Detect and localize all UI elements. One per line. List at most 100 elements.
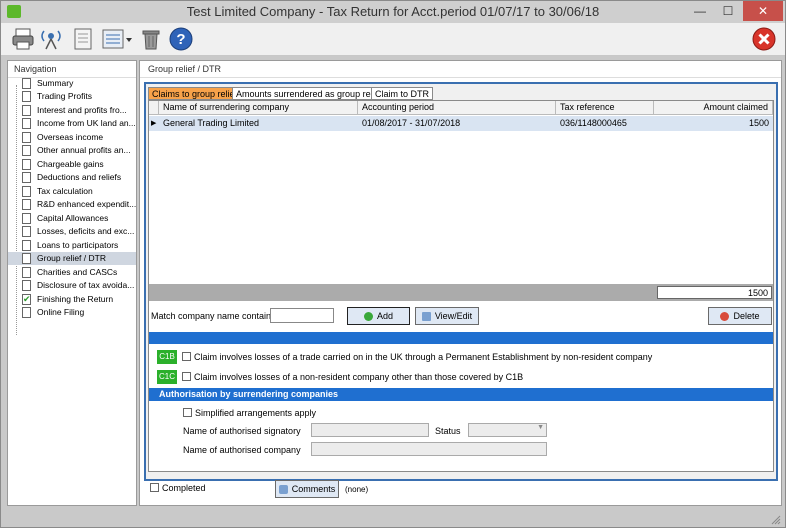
nav-item-charities-and-cascs[interactable]: Charities and CASCs bbox=[8, 266, 136, 279]
help-icon[interactable]: ? bbox=[169, 27, 193, 51]
nav-item-chargeable-gains[interactable]: Chargeable gains bbox=[8, 158, 136, 171]
signatory-input[interactable] bbox=[311, 423, 429, 437]
total-bar: 1500 bbox=[149, 284, 773, 301]
add-icon bbox=[363, 312, 373, 322]
resize-grip-icon[interactable] bbox=[771, 515, 781, 525]
nav-item-rd-enhanced-expenditure[interactable]: R&D enhanced expendit... bbox=[8, 198, 136, 211]
cell-company: General Trading Limited bbox=[163, 118, 260, 128]
c1c-label: Claim involves losses of a non-resident … bbox=[194, 372, 524, 382]
c1c-badge: C1C bbox=[157, 370, 177, 384]
document-icon bbox=[22, 307, 31, 318]
document-icon bbox=[22, 118, 31, 129]
svg-text:?: ? bbox=[176, 31, 185, 48]
column-header-tax-reference[interactable]: Tax reference bbox=[556, 101, 654, 115]
status-bar bbox=[1, 509, 785, 527]
nav-item-income-from-uk-land[interactable]: Income from UK land an... bbox=[8, 117, 136, 130]
app-window: Test Limited Company - Tax Return for Ac… bbox=[0, 0, 786, 528]
cell-tax-reference: 036/1148000465 bbox=[560, 118, 627, 128]
document-icon bbox=[22, 213, 31, 224]
completed-checkbox[interactable] bbox=[150, 483, 159, 492]
status-select[interactable]: ▼ bbox=[468, 423, 547, 437]
navigation-panel: Navigation Summary Trading Profits Inter… bbox=[7, 60, 137, 506]
nav-item-other-annual-profits[interactable]: Other annual profits an... bbox=[8, 144, 136, 157]
authorised-company-label: Name of authorised company bbox=[183, 445, 301, 455]
nav-item-deductions-and-reliefs[interactable]: Deductions and reliefs bbox=[8, 171, 136, 184]
tab-panel: Name of surrendering company Accounting … bbox=[148, 100, 774, 472]
match-label: Match company name contains bbox=[151, 311, 276, 321]
document-icon bbox=[22, 267, 31, 278]
nav-item-loans-to-participators[interactable]: Loans to participators bbox=[8, 239, 136, 252]
document-icon[interactable] bbox=[71, 27, 95, 51]
exit-icon[interactable] bbox=[752, 27, 776, 51]
document-icon bbox=[22, 199, 31, 210]
document-icon bbox=[22, 280, 31, 291]
nav-item-summary[interactable]: Summary bbox=[8, 77, 136, 90]
page-title: Group relief / DTR bbox=[140, 61, 781, 78]
delete-button[interactable]: Delete bbox=[708, 307, 772, 325]
view-edit-button[interactable]: View/Edit bbox=[415, 307, 479, 325]
checkmark-icon: ✔ bbox=[23, 294, 31, 304]
authorised-company-input[interactable] bbox=[311, 442, 547, 456]
document-icon bbox=[22, 91, 31, 102]
toolbar: ? bbox=[1, 23, 785, 56]
nav-item-disclosure-of-tax-avoidance[interactable]: Disclosure of tax avoida... bbox=[8, 279, 136, 292]
cell-amount: 1500 bbox=[748, 118, 769, 128]
document-icon bbox=[22, 145, 31, 156]
comments-button[interactable]: Comments bbox=[275, 480, 339, 498]
c1b-badge: C1B bbox=[157, 350, 177, 364]
nav-item-capital-allowances[interactable]: Capital Allowances bbox=[8, 212, 136, 225]
column-header-amount[interactable]: Amount claimed bbox=[654, 101, 773, 115]
match-company-input[interactable] bbox=[270, 308, 334, 323]
document-icon bbox=[22, 186, 31, 197]
document-icon bbox=[22, 105, 31, 116]
trash-icon[interactable] bbox=[139, 27, 163, 51]
document-icon bbox=[22, 159, 31, 170]
window-close-button[interactable]: ✕ bbox=[743, 1, 783, 21]
status-label: Status bbox=[435, 426, 461, 436]
printer-icon[interactable] bbox=[11, 27, 35, 51]
document-icon bbox=[22, 253, 31, 264]
document-icon bbox=[22, 226, 31, 237]
simplified-arrangements-checkbox[interactable] bbox=[183, 408, 192, 417]
column-header-company[interactable]: Name of surrendering company bbox=[159, 101, 358, 115]
document-icon bbox=[22, 240, 31, 251]
document-icon bbox=[22, 132, 31, 143]
title-bar: Test Limited Company - Tax Return for Ac… bbox=[1, 1, 785, 23]
authorisation-header: Authorisation by surrendering companies bbox=[149, 388, 773, 401]
tab-claim-to-dtr[interactable]: Claim to DTR bbox=[371, 87, 434, 100]
nav-item-overseas-income[interactable]: Overseas income bbox=[8, 131, 136, 144]
list-dropdown-icon[interactable] bbox=[101, 27, 133, 51]
nav-item-interest-and-profits[interactable]: Interest and profits fro... bbox=[8, 104, 136, 117]
tab-amounts-surrendered[interactable]: Amounts surrendered as group relief bbox=[232, 87, 387, 100]
nav-item-tax-calculation[interactable]: Tax calculation bbox=[8, 185, 136, 198]
delete-icon bbox=[720, 312, 730, 322]
table-row[interactable]: ▶ General Trading Limited 01/08/2017 - 3… bbox=[149, 116, 773, 131]
nav-item-group-relief-dtr[interactable]: Group relief / DTR bbox=[8, 252, 136, 265]
section-divider bbox=[149, 332, 773, 344]
maximize-button[interactable]: ☐ bbox=[715, 1, 741, 21]
nav-item-losses-deficits[interactable]: Losses, deficits and exc... bbox=[8, 225, 136, 238]
group-relief-frame: Claims to group relief Amounts surrender… bbox=[144, 82, 778, 481]
signatory-label: Name of authorised signatory bbox=[183, 426, 301, 436]
navigation-header: Navigation bbox=[8, 61, 136, 78]
column-header-period[interactable]: Accounting period bbox=[358, 101, 556, 115]
minimize-button[interactable]: — bbox=[687, 1, 713, 21]
simplified-arrangements-label: Simplified arrangements apply bbox=[195, 408, 317, 418]
nav-item-online-filing[interactable]: Online Filing bbox=[8, 306, 136, 319]
speech-bubble-icon bbox=[278, 485, 288, 495]
broadcast-icon[interactable] bbox=[39, 27, 63, 51]
c1c-checkbox[interactable] bbox=[182, 372, 191, 381]
tab-claims-to-group-relief[interactable]: Claims to group relief bbox=[148, 87, 242, 100]
row-selector-icon: ▶ bbox=[151, 120, 157, 127]
completed-label: Completed bbox=[162, 483, 206, 493]
document-icon bbox=[22, 172, 31, 183]
claims-grid: Name of surrendering company Accounting … bbox=[149, 101, 773, 284]
main-panel: Group relief / DTR Claims to group relie… bbox=[139, 60, 782, 506]
c1b-checkbox[interactable] bbox=[182, 352, 191, 361]
add-button[interactable]: Add bbox=[347, 307, 410, 325]
nav-item-trading-profits[interactable]: Trading Profits bbox=[8, 90, 136, 103]
nav-item-finishing-the-return[interactable]: ✔ Finishing the Return bbox=[8, 293, 136, 306]
chevron-down-icon: ▼ bbox=[537, 424, 544, 431]
window-title: Test Limited Company - Tax Return for Ac… bbox=[186, 4, 600, 19]
comments-status: (none) bbox=[345, 485, 369, 494]
